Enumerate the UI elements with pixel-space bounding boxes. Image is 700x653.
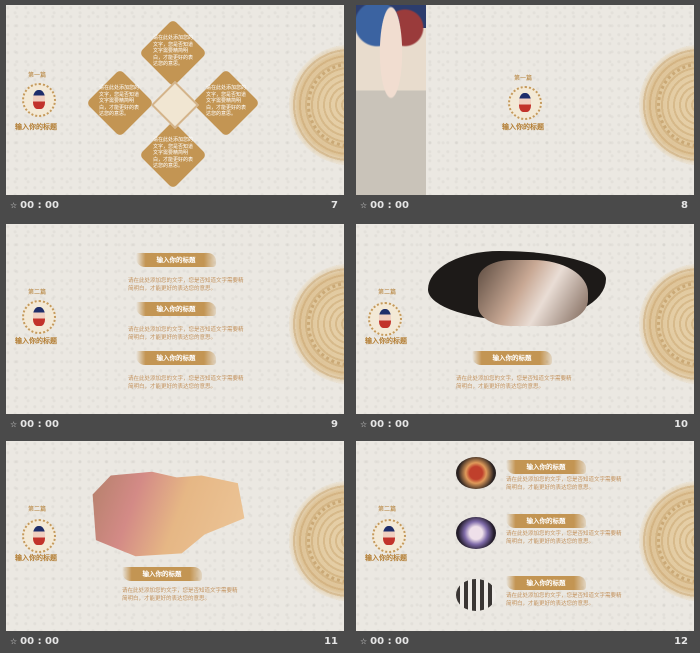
star-icon: ☆ <box>10 420 18 429</box>
slide-footer: ☆ 00 : 00 11 <box>6 633 344 653</box>
body-text-2: 请在此处添加您的文字，您是否知道文字需要精简明白，才能更好的表达您的意思。 <box>128 327 244 341</box>
opera-figure-image <box>356 5 426 195</box>
body-text-2: 请在此处添加您的文字，您是否知道文字需要精简明白，才能更好的表达您的意思。 <box>506 531 622 545</box>
opera-avatar-badge <box>508 86 542 120</box>
star-icon: ☆ <box>10 201 18 210</box>
star-icon: ☆ <box>360 637 368 646</box>
section-label: 第一篇 <box>27 72 46 79</box>
opera-avatar-badge <box>368 302 402 336</box>
slide-number: 9 <box>331 419 338 430</box>
diamond-top-text: 请在此处添加您的文字，您是否知道文字需要精简明白，才能更好的表达您的意思。 <box>153 35 194 67</box>
slide-number: 7 <box>331 200 338 211</box>
slide-timing: ☆ 00 : 00 <box>10 200 59 211</box>
title-brush-1: 输入你的标题 <box>506 460 586 474</box>
slide-number: 10 <box>674 419 688 430</box>
section-label: 第二篇 <box>377 506 396 513</box>
slide-title: 输入你的标题 <box>502 123 544 131</box>
title-brush: 输入你的标题 <box>472 351 552 365</box>
slide-canvas: 第一篇 输入你的标题 请在此处添加您的文字，您是否知道文字需要精简明白，才能更好… <box>6 5 344 195</box>
slide-timing: ☆ 00 : 00 <box>360 636 409 647</box>
body-text-1: 请在此处添加您的文字，您是否知道文字需要精简明白，才能更好的表达您的意思。 <box>506 477 622 491</box>
opera-image-1 <box>456 457 496 489</box>
slide-canvas: 第二篇 输入你的标题 输入你的标题 请在此处添加您的文字，您是否知道文字需要精简… <box>6 441 344 631</box>
opera-face-icon <box>383 526 395 545</box>
title-brush: 输入你的标题 <box>122 567 202 581</box>
section-label: 第二篇 <box>377 289 396 296</box>
body-text-3: 请在此处添加您的文字，您是否知道文字需要精简明白，才能更好的表达您的意思。 <box>506 593 622 607</box>
center-ornament <box>150 80 200 130</box>
star-icon: ☆ <box>10 637 18 646</box>
slide-canvas: 第二篇 输入你的标题 输入你的标题 请在此处添加您的文字，您是否知道文字需要精简… <box>356 224 694 414</box>
title-brush-2: 输入你的标题 <box>136 302 216 316</box>
opera-face-icon <box>33 526 45 545</box>
body-text: 请在此处添加您的文字，您是否知道文字需要精简明白，才能更好的表达您的意思。 <box>456 376 572 390</box>
slide-canvas: 第二篇 输入你的标题 输入你的标题 请在此处添加您的文字，您是否知道文字需要精简… <box>6 224 344 414</box>
mandala-decoration <box>289 45 344 165</box>
opera-image-3 <box>456 579 496 611</box>
slide-title: 输入你的标题 <box>15 123 57 131</box>
slide-title: 输入你的标题 <box>365 554 407 562</box>
slide-title: 输入你的标题 <box>365 337 407 345</box>
slide-number: 8 <box>681 200 688 211</box>
mandala-decoration <box>289 481 344 601</box>
mandala-decoration <box>639 264 694 384</box>
opera-avatar-badge <box>372 519 406 553</box>
body-text: 请在此处添加您的文字，您是否知道文字需要精简明白，才能更好的表达您的意思。 <box>122 588 238 602</box>
opera-face-icon <box>379 309 391 328</box>
title-brush-2: 输入你的标题 <box>506 514 586 528</box>
star-icon: ☆ <box>360 201 368 210</box>
mandala-decoration <box>639 481 694 601</box>
star-icon: ☆ <box>360 420 368 429</box>
opera-avatar-badge <box>22 83 56 117</box>
body-text-1: 请在此处添加您的文字，您是否知道文字需要精简明白，才能更好的表达您的意思。 <box>128 278 244 292</box>
slide-footer: ☆ 00 : 00 8 <box>356 197 694 217</box>
opera-face-icon <box>33 90 45 109</box>
body-text-3: 请在此处添加您的文字，您是否知道文字需要精简明白，才能更好的表达您的意思。 <box>128 376 244 390</box>
slide-footer: ☆ 00 : 00 9 <box>6 416 344 436</box>
slide-canvas: 第二篇 输入你的标题 输入你的标题 请在此处添加您的文字，您是否知道文字需要精简… <box>356 441 694 631</box>
slide-canvas: 第一篇 输入你的标题 <box>356 5 694 195</box>
slide-footer: ☆ 00 : 00 7 <box>6 197 344 217</box>
title-brush-3: 输入你的标题 <box>136 351 216 365</box>
diamond-right-text: 请在此处添加您的文字，您是否知道文字需要精简明白，才能更好的表达您的意思。 <box>206 85 247 117</box>
slide-number: 12 <box>674 636 688 647</box>
opera-image-2 <box>456 517 496 549</box>
diamond-left-text: 请在此处添加您的文字，您是否知道文字需要精简明白，才能更好的表达您的意思。 <box>99 85 140 117</box>
section-label: 第二篇 <box>27 506 46 513</box>
title-brush-1: 输入你的标题 <box>136 253 216 267</box>
slide-footer: ☆ 00 : 00 10 <box>356 416 694 436</box>
opera-mask-image <box>92 471 245 557</box>
section-label: 第一篇 <box>513 75 532 82</box>
mandala-decoration <box>289 264 344 384</box>
slide-timing: ☆ 00 : 00 <box>10 419 59 430</box>
slide-title: 输入你的标题 <box>15 337 57 345</box>
slide-title: 输入你的标题 <box>15 554 57 562</box>
slide-timing: ☆ 00 : 00 <box>360 200 409 211</box>
slide-timing: ☆ 00 : 00 <box>10 636 59 647</box>
slide-footer: ☆ 00 : 00 12 <box>356 633 694 653</box>
slide-number: 11 <box>324 636 338 647</box>
diamond-bottom-text: 请在此处添加您的文字，您是否知道文字需要精简明白，才能更好的表达您的意思。 <box>153 137 194 169</box>
opera-avatar-badge <box>22 519 56 553</box>
slide-timing: ☆ 00 : 00 <box>360 419 409 430</box>
title-brush-3: 输入你的标题 <box>506 576 586 590</box>
opera-performers-photo <box>478 260 588 326</box>
section-label: 第二篇 <box>27 289 46 296</box>
opera-face-icon <box>33 307 45 326</box>
mandala-decoration <box>639 45 694 165</box>
opera-avatar-badge <box>22 300 56 334</box>
opera-face-icon <box>519 93 531 112</box>
